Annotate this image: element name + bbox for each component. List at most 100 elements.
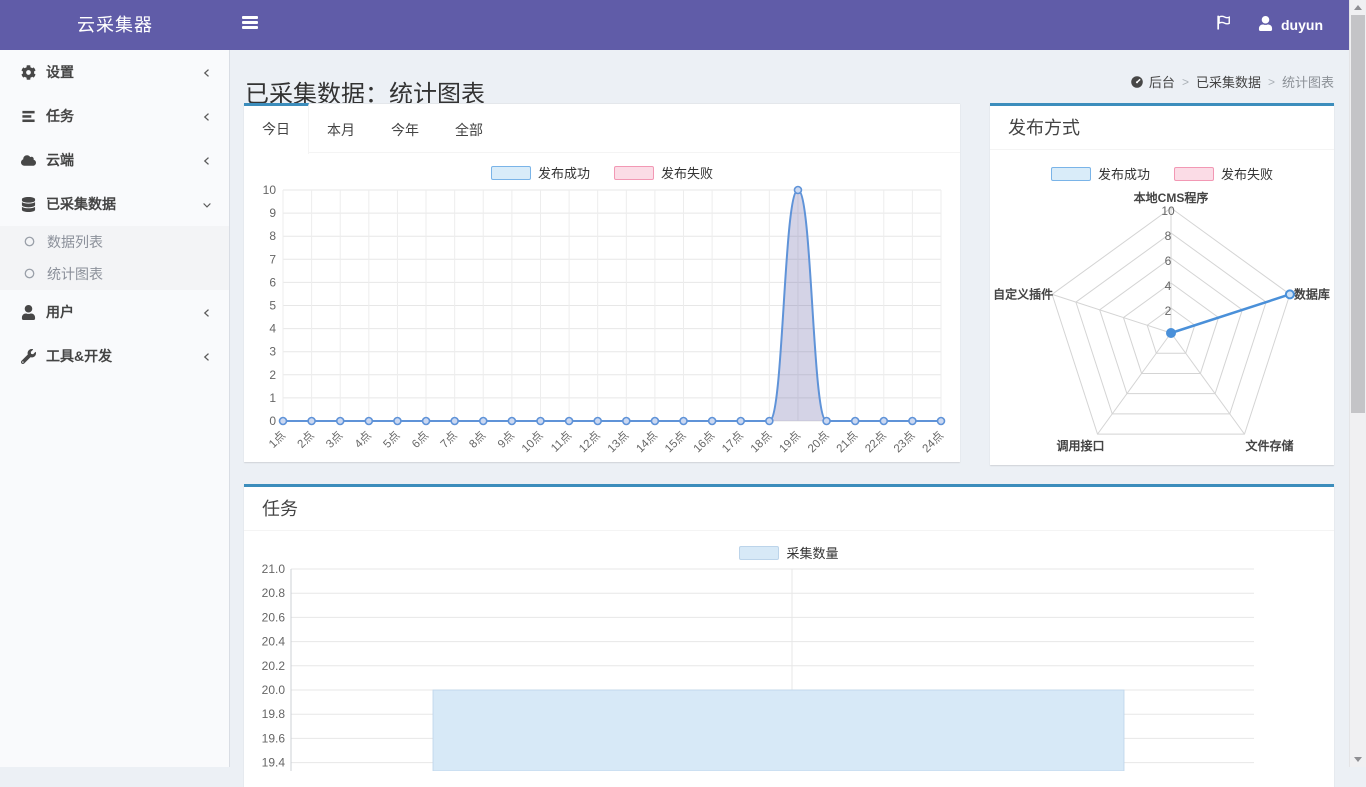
svg-text:0: 0 (269, 414, 276, 428)
radar-legend: 发布成功 发布失败 (990, 164, 1334, 183)
svg-text:10: 10 (263, 183, 277, 197)
svg-text:13点: 13点 (605, 429, 631, 455)
sidebar-item-label: 云端 (46, 150, 201, 170)
tab-today[interactable]: 今日 (244, 103, 309, 154)
sidebar-item-collected-data[interactable]: 已采集数据 (0, 182, 229, 226)
tab-all[interactable]: 全部 (437, 104, 501, 154)
scrollbar-up-arrow[interactable] (1350, 0, 1366, 15)
sidebar-toggle-button[interactable] (242, 16, 260, 34)
breadcrumb-separator: > (1268, 75, 1275, 89)
user-icon (20, 304, 36, 320)
svg-text:5点: 5点 (381, 429, 403, 451)
chevron-left-icon (201, 154, 213, 166)
user-name: duyun (1281, 17, 1323, 33)
navbar-right: duyun (1215, 0, 1323, 50)
svg-text:8: 8 (269, 229, 276, 243)
svg-text:调用接口: 调用接口 (1057, 438, 1105, 453)
svg-text:2: 2 (1165, 304, 1172, 318)
dashboard-icon (1130, 75, 1144, 89)
svg-text:自定义插件: 自定义插件 (993, 286, 1053, 301)
svg-text:9点: 9点 (495, 429, 517, 451)
svg-text:14点: 14点 (634, 429, 660, 455)
period-tabs: 今日 本月 今年 全部 (244, 103, 960, 153)
breadcrumb-home[interactable]: 后台 (1149, 72, 1175, 91)
scrollbar-thumb[interactable] (1351, 15, 1365, 413)
svg-text:文件存储: 文件存储 (1245, 438, 1293, 453)
legend-swatch-fail (614, 166, 654, 180)
svg-text:10点: 10点 (519, 429, 545, 455)
flag-menu[interactable] (1215, 14, 1232, 36)
svg-text:8点: 8点 (467, 429, 489, 451)
legend-swatch-collect-count (739, 546, 779, 560)
hourly-area-chart: 0123456789101点2点3点4点5点6点7点8点9点10点11点12点1… (244, 180, 960, 462)
top-navbar: 云采集器 duyun (0, 0, 1349, 50)
svg-text:21点: 21点 (834, 429, 860, 455)
scrollbar-down-arrow[interactable] (1350, 752, 1366, 767)
svg-text:20.4: 20.4 (262, 635, 286, 649)
svg-text:23点: 23点 (891, 429, 917, 455)
tasks-bar-chart: 21.020.820.620.420.220.019.819.619.4 (244, 563, 1334, 771)
sidebar-subitem-label: 统计图表 (47, 264, 103, 284)
gear-icon (20, 64, 36, 80)
chevron-down-icon (201, 198, 213, 210)
sidebar-item-settings[interactable]: 设置 (0, 50, 229, 94)
sidebar-subitem-data-list[interactable]: 数据列表 (0, 226, 229, 258)
tab-this-month[interactable]: 本月 (309, 104, 373, 154)
sidebar-item-users[interactable]: 用户 (0, 290, 229, 334)
page-scrollbar (1349, 0, 1366, 767)
database-icon (20, 196, 36, 212)
svg-text:2: 2 (269, 368, 276, 382)
sidebar-item-tools-dev[interactable]: 工具&开发 (0, 334, 229, 378)
svg-text:12点: 12点 (576, 429, 602, 455)
app-logo[interactable]: 云采集器 (0, 0, 230, 50)
svg-text:17点: 17点 (719, 429, 745, 455)
svg-text:数据库: 数据库 (1294, 286, 1330, 301)
svg-text:本地CMS程序: 本地CMS程序 (1134, 190, 1209, 205)
chevron-left-icon (201, 66, 213, 78)
svg-text:10: 10 (1161, 204, 1175, 218)
collected-data-submenu: 数据列表 统计图表 (0, 226, 229, 290)
sidebar-item-label: 工具&开发 (46, 346, 201, 366)
wrench-icon (20, 348, 36, 364)
legend-item-collect-count[interactable]: 采集数量 (739, 543, 838, 562)
chevron-left-icon (201, 110, 213, 122)
sidebar: 设置 任务 云端 已采集数据 数据列表 统计图表 用户 工具&开发 (0, 50, 230, 767)
breadcrumb-collected-data[interactable]: 已采集数据 (1196, 72, 1261, 91)
sidebar-subitem-stats-chart[interactable]: 统计图表 (0, 258, 229, 290)
svg-text:2点: 2点 (295, 429, 317, 451)
sidebar-item-label: 用户 (46, 302, 201, 322)
svg-text:20.6: 20.6 (262, 610, 286, 624)
circle-icon (23, 267, 37, 281)
svg-text:1点: 1点 (266, 429, 288, 451)
sidebar-item-tasks[interactable]: 任务 (0, 94, 229, 138)
sidebar-item-cloud[interactable]: 云端 (0, 138, 229, 182)
breadcrumb-current: 统计图表 (1282, 72, 1334, 91)
card-title: 发布方式 (990, 106, 1334, 150)
user-icon (1258, 16, 1273, 34)
svg-text:7点: 7点 (438, 429, 460, 451)
hamburger-icon (242, 16, 258, 19)
svg-text:3点: 3点 (323, 429, 345, 451)
breadcrumb: 后台 > 已采集数据 > 统计图表 (1130, 72, 1334, 91)
svg-text:4: 4 (1165, 279, 1172, 293)
svg-text:22点: 22点 (863, 429, 889, 455)
sidebar-item-label: 设置 (46, 62, 201, 82)
svg-text:19.4: 19.4 (262, 756, 286, 770)
hourly-chart-card: 今日 本月 今年 全部 发布成功 发布失败 0123456789101点2点3点… (244, 103, 960, 462)
svg-text:20.2: 20.2 (262, 659, 286, 673)
user-menu[interactable]: duyun (1258, 16, 1323, 34)
legend-item-publish-fail[interactable]: 发布失败 (1174, 164, 1273, 183)
legend-swatch-success (1051, 167, 1091, 181)
tasks-legend: 采集数量 (244, 543, 1334, 562)
svg-text:6点: 6点 (409, 429, 431, 451)
legend-item-publish-success[interactable]: 发布成功 (1051, 164, 1150, 183)
svg-text:11点: 11点 (548, 429, 574, 455)
svg-text:6: 6 (1165, 254, 1172, 268)
card-title: 任务 (244, 487, 1334, 531)
svg-text:7: 7 (269, 252, 276, 266)
tab-this-year[interactable]: 今年 (373, 104, 437, 154)
tasks-icon (20, 108, 36, 124)
svg-text:8: 8 (1165, 229, 1172, 243)
svg-text:6: 6 (269, 275, 276, 289)
svg-text:5: 5 (269, 299, 276, 313)
